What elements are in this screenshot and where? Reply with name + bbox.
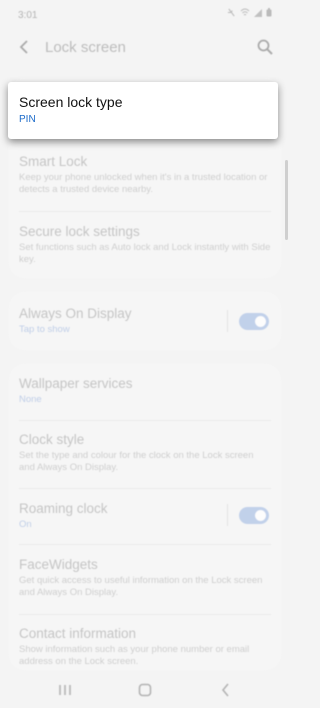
item-value: PIN — [19, 114, 36, 125]
divider — [19, 488, 271, 489]
settings-group-aod: Always On Display Tap to show — [9, 292, 281, 350]
item-summary: On — [19, 519, 32, 530]
list-item-roaming-clock[interactable]: Roaming clock On — [19, 501, 221, 531]
item-title: Clock style — [19, 432, 85, 447]
status-time: 3:01 — [18, 10, 38, 21]
list-item-clock-style[interactable]: Clock style Set the type and colour for … — [19, 432, 271, 474]
list-item-contact-information[interactable]: Contact information Show information suc… — [19, 626, 271, 668]
divider — [19, 614, 271, 615]
item-summary: Keep your phone unlocked when it's in a … — [19, 172, 268, 195]
item-title: Secure lock settings — [19, 224, 140, 239]
scrollbar[interactable] — [285, 160, 288, 240]
list-item-secure-lock-settings[interactable]: Secure lock settings Set functions such … — [19, 224, 271, 266]
status-bar: 3:01 — [0, 0, 290, 30]
list-item-wallpaper-services[interactable]: Wallpaper services None — [19, 376, 271, 406]
item-title: Roaming clock — [19, 501, 108, 516]
settings-group-3: Wallpaper services None Clock style Set … — [9, 364, 281, 670]
signal-icon — [254, 9, 262, 17]
item-title: Screen lock type — [19, 94, 123, 110]
list-item-always-on-display[interactable]: Always On Display Tap to show — [19, 306, 221, 336]
item-summary: None — [19, 394, 42, 405]
list-item-smart-lock[interactable]: Smart Lock Keep your phone unlocked when… — [19, 154, 271, 196]
list-item-screen-lock-type[interactable]: Screen lock type PIN — [8, 82, 278, 139]
list-item-facewidgets[interactable]: FaceWidgets Get quick access to useful i… — [19, 557, 271, 599]
recents-icon[interactable] — [57, 682, 73, 698]
item-summary: Show information such as your phone numb… — [19, 644, 250, 667]
roaming-clock-toggle[interactable] — [239, 507, 269, 524]
mute-icon — [227, 8, 235, 17]
home-icon[interactable] — [137, 682, 153, 698]
back-icon[interactable] — [218, 682, 234, 698]
item-summary: Set functions such as Auto lock and Lock… — [19, 242, 271, 265]
always-on-display-toggle[interactable] — [239, 313, 269, 330]
divider — [227, 310, 228, 332]
back-arrow-icon[interactable] — [16, 38, 34, 56]
item-title: FaceWidgets — [19, 557, 98, 572]
item-summary: Tap to show — [19, 324, 70, 335]
divider — [19, 544, 271, 545]
battery-icon — [266, 8, 272, 17]
wifi-icon — [240, 8, 250, 16]
item-title: Always On Display — [19, 306, 132, 321]
status-icons — [227, 8, 272, 17]
navigation-bar — [0, 670, 290, 708]
item-title: Wallpaper services — [19, 376, 133, 391]
item-title: Smart Lock — [19, 154, 88, 169]
divider — [19, 420, 271, 421]
app-bar: Lock screen — [0, 30, 290, 66]
item-summary: Set the type and colour for the clock on… — [19, 450, 254, 473]
page-title: Lock screen — [45, 39, 126, 56]
search-icon[interactable] — [256, 38, 274, 56]
item-summary: Get quick access to useful information o… — [19, 575, 263, 598]
divider — [19, 211, 271, 212]
divider — [227, 504, 228, 526]
item-title: Contact information — [19, 626, 137, 641]
